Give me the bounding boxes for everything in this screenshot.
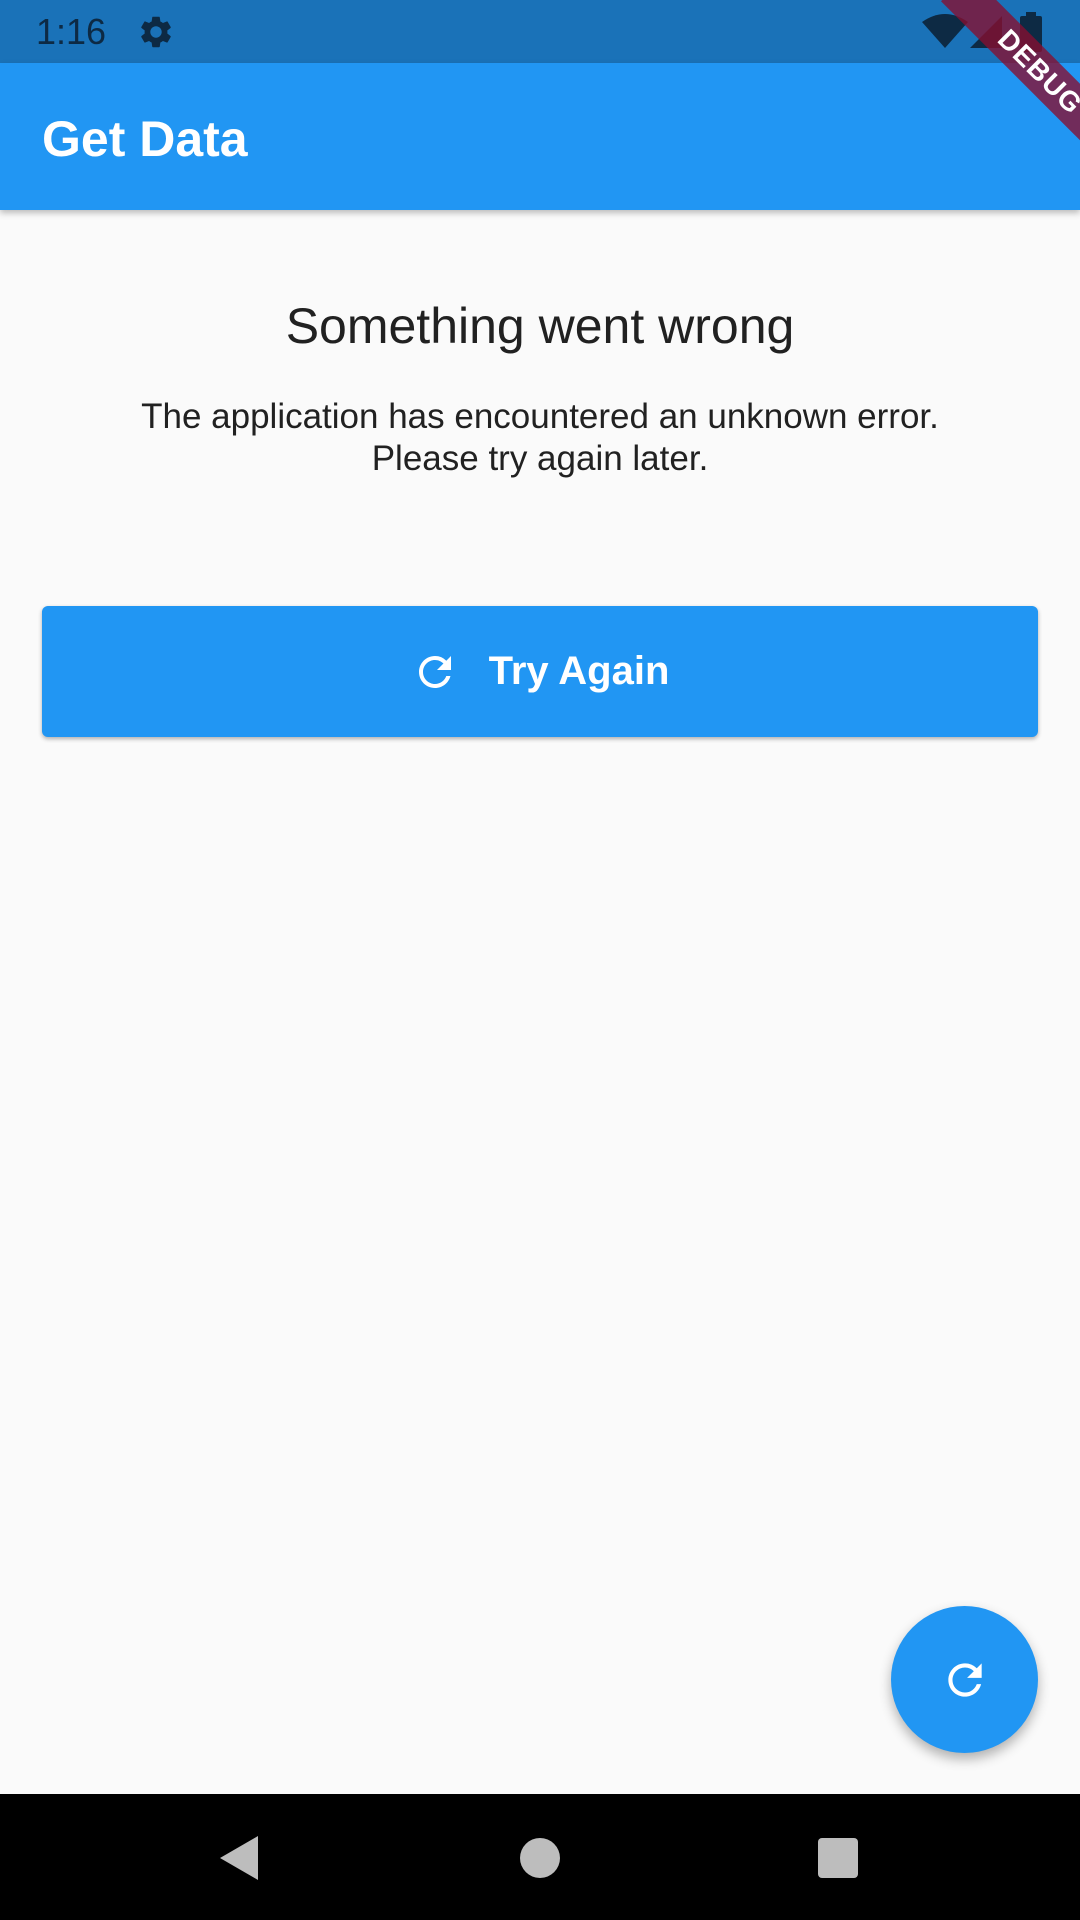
back-icon[interactable]: [216, 1834, 262, 1882]
gear-icon: [141, 16, 171, 48]
refresh-icon: [418, 655, 451, 688]
error-message: The application has encountered an unkno…: [60, 396, 1020, 480]
error-message-line-2: Please try again later.: [371, 439, 709, 478]
error-message-line-1: The application has encountered an unkno…: [141, 397, 939, 436]
status-bar: 1:16: [0, 0, 1080, 63]
app-screen: 1:16 Get Data DEBUG Something went wrong…: [0, 0, 1080, 1920]
try-again-button[interactable]: Try Again: [42, 606, 1038, 737]
page-title: Get Data: [42, 111, 248, 167]
system-nav-bar: [0, 1794, 1080, 1920]
recents-icon[interactable]: [818, 1838, 858, 1878]
try-again-label: Try Again: [488, 649, 670, 693]
app-bar: Get Data: [0, 63, 1080, 210]
battery-icon: [1020, 12, 1042, 52]
error-title: Something went wrong: [285, 298, 795, 354]
refresh-fab[interactable]: [891, 1606, 1038, 1753]
home-icon[interactable]: [520, 1838, 560, 1878]
status-time: 1:16: [36, 11, 107, 52]
wifi-icon: [922, 14, 968, 48]
signal-icon: [970, 16, 1002, 48]
refresh-icon: [947, 1662, 982, 1697]
